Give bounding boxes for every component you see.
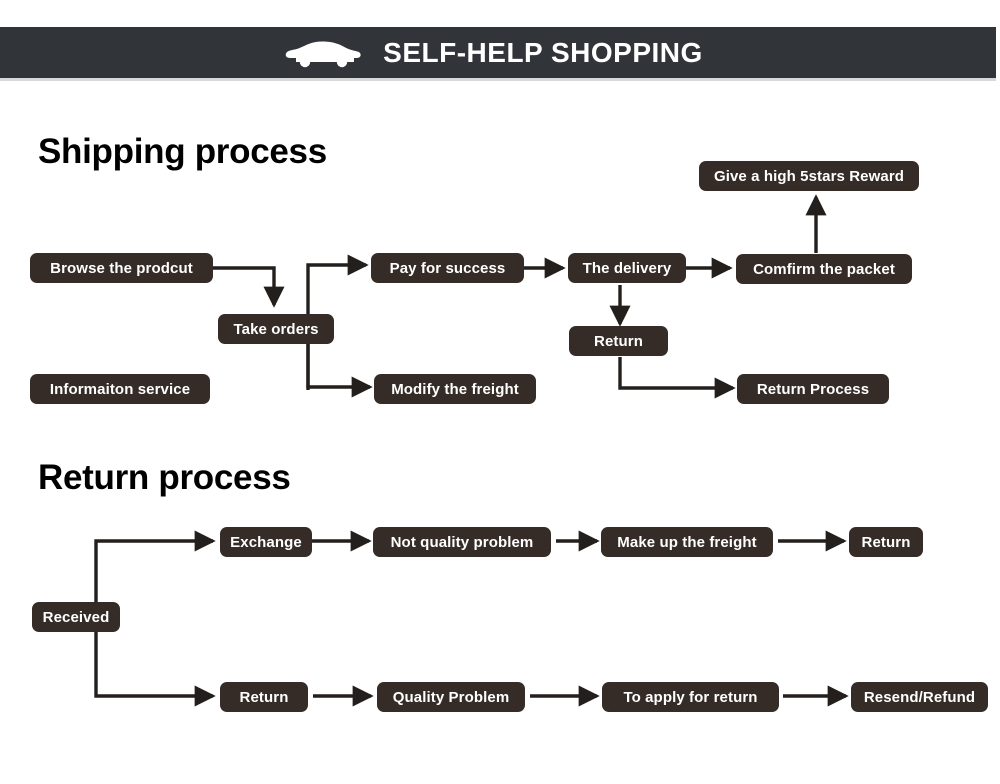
header-content: SELF-HELP SHOPPING bbox=[285, 37, 703, 69]
header-underline bbox=[0, 78, 996, 81]
car-icon bbox=[285, 37, 361, 69]
page-root: SELF-HELP SHOPPING Shipping process Brow… bbox=[0, 0, 1000, 784]
section-title-shipping: Shipping process bbox=[38, 132, 327, 171]
node-make-up-the-freight[interactable]: Make up the freight bbox=[601, 527, 773, 557]
node-comfirm-the-packet[interactable]: Comfirm the packet bbox=[736, 254, 912, 284]
node-quality-problem[interactable]: Quality Problem bbox=[377, 682, 525, 712]
node-take-orders[interactable]: Take orders bbox=[218, 314, 334, 344]
node-received[interactable]: Received bbox=[32, 602, 120, 632]
node-give-a-high-5stars-reward[interactable]: Give a high 5stars Reward bbox=[699, 161, 919, 191]
node-pay-for-success[interactable]: Pay for success bbox=[371, 253, 524, 283]
node-return-shipping[interactable]: Return bbox=[569, 326, 668, 356]
node-resend-refund[interactable]: Resend/Refund bbox=[851, 682, 988, 712]
section-title-return: Return process bbox=[38, 458, 291, 497]
node-return-process[interactable]: Return Process bbox=[737, 374, 889, 404]
header-banner: SELF-HELP SHOPPING bbox=[0, 27, 996, 78]
node-informaiton-service[interactable]: Informaiton service bbox=[30, 374, 210, 404]
node-not-quality-problem[interactable]: Not quality problem bbox=[373, 527, 551, 557]
node-return-top[interactable]: Return bbox=[849, 527, 923, 557]
node-modify-the-freight[interactable]: Modify the freight bbox=[374, 374, 536, 404]
node-to-apply-for-return[interactable]: To apply for return bbox=[602, 682, 779, 712]
node-browse-the-prodcut[interactable]: Browse the prodcut bbox=[30, 253, 213, 283]
node-the-delivery[interactable]: The delivery bbox=[568, 253, 686, 283]
node-exchange[interactable]: Exchange bbox=[220, 527, 312, 557]
header-title: SELF-HELP SHOPPING bbox=[383, 36, 703, 68]
node-return-bottom[interactable]: Return bbox=[220, 682, 308, 712]
